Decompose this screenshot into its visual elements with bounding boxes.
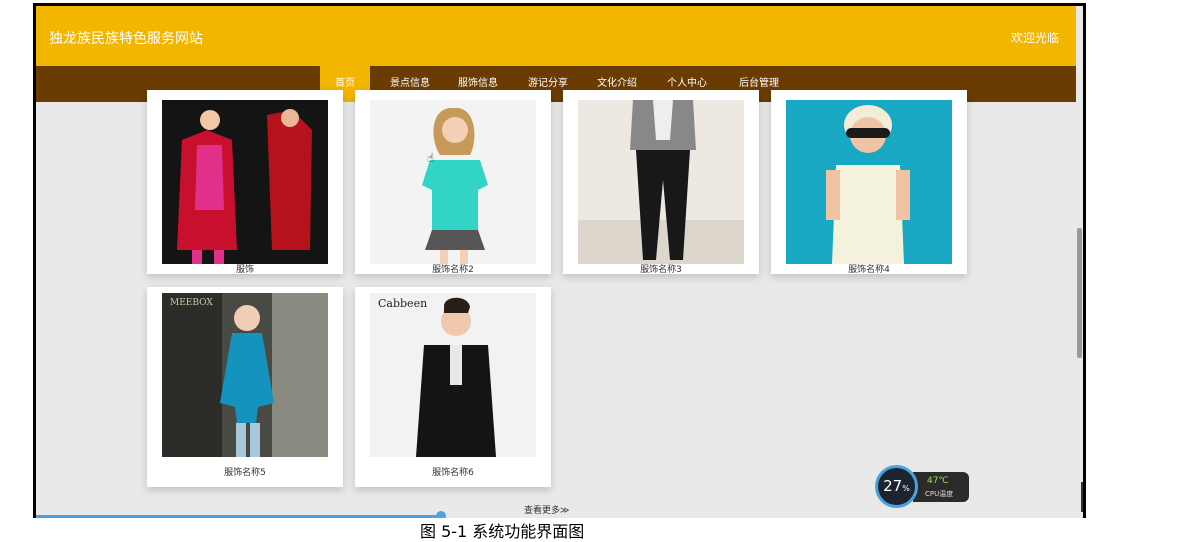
product-card[interactable]: Cabbeen 服饰名称6 xyxy=(355,287,551,487)
product-image[interactable] xyxy=(370,100,536,264)
video-progress-knob[interactable] xyxy=(436,511,446,518)
product-name[interactable]: 服饰名称4 xyxy=(771,262,967,275)
site-title[interactable]: 独龙族民族特色服务网站 xyxy=(49,28,203,48)
site-header: 独龙族民族特色服务网站 欢迎光临 xyxy=(36,6,1076,66)
scrollbar-thumb[interactable] xyxy=(1077,228,1082,358)
cpu-percent-unit: % xyxy=(902,484,910,493)
cpu-temperature: 47℃ xyxy=(927,476,949,486)
brand-text: Cabbeen xyxy=(378,297,427,310)
product-image[interactable]: Cabbeen xyxy=(370,293,536,457)
product-name[interactable]: 服饰名称2 xyxy=(355,262,551,275)
product-card[interactable]: 服饰名称4 xyxy=(771,90,967,275)
cpu-temp-label: CPU温度 xyxy=(925,490,954,498)
product-name[interactable]: 服饰 xyxy=(147,262,343,275)
cpu-temp-box: 47℃ CPU温度 xyxy=(913,472,969,502)
product-name[interactable]: 服饰名称5 xyxy=(147,465,343,478)
product-card[interactable]: MEEBOX 服饰名称5 xyxy=(147,287,343,487)
product-name[interactable]: 服饰名称3 xyxy=(563,262,759,275)
product-image[interactable] xyxy=(578,100,744,264)
welcome-text: 欢迎光临 xyxy=(1010,31,1059,45)
browser-page: 独龙族民族特色服务网站 欢迎光临 首页 景点信息 服饰信息 游记分享 文化介绍 … xyxy=(36,6,1083,518)
cpu-usage-gauge: 27% xyxy=(875,465,918,508)
store-sign-text: MEEBOX xyxy=(170,298,213,308)
product-card[interactable]: 服饰名称3 xyxy=(563,90,759,275)
view-more-link[interactable]: 查看更多≫ xyxy=(524,503,569,516)
product-card[interactable]: 服饰名称2 xyxy=(355,90,551,275)
product-name[interactable]: 服饰名称6 xyxy=(355,465,551,478)
page-scrollbar[interactable] xyxy=(1076,6,1083,518)
cpu-monitor-widget[interactable]: 47℃ CPU温度 27% xyxy=(875,465,971,508)
video-progress-bar[interactable] xyxy=(36,515,444,518)
product-image[interactable]: MEEBOX xyxy=(162,293,328,457)
figure-caption: 图 5-1 系统功能界面图 xyxy=(420,522,585,541)
product-image[interactable] xyxy=(786,100,952,264)
hand-pointer-icon: ☝ xyxy=(427,151,435,165)
cpu-percent: 27 xyxy=(883,477,903,495)
product-image[interactable] xyxy=(162,100,328,264)
product-card[interactable]: 服饰 xyxy=(147,90,343,275)
text-cursor-icon xyxy=(1081,482,1083,512)
screen-frame: 独龙族民族特色服务网站 欢迎光临 首页 景点信息 服饰信息 游记分享 文化介绍 … xyxy=(33,3,1086,518)
